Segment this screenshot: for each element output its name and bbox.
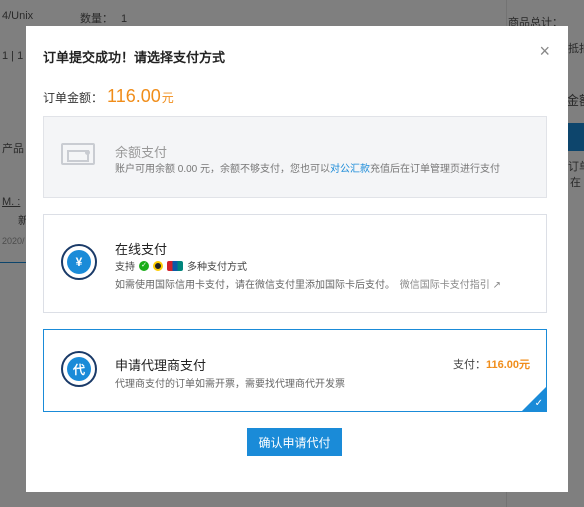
option-title: 余额支付: [115, 145, 168, 160]
option-title: 在线支付: [115, 242, 168, 257]
option-balance-payment[interactable]: 余额支付 账户可用余额 0.00 元，余额不够支付，您也可以对公汇款充值后在订单…: [43, 116, 547, 198]
yuan-icon: ¥: [61, 244, 97, 280]
agent-icon: 代: [61, 351, 97, 387]
external-link-icon: ↗: [492, 280, 501, 291]
wechat-icon: ✓: [139, 260, 149, 271]
order-amount: 订单金额： 116.00 元: [43, 86, 174, 107]
amount-label: 订单金额：: [43, 91, 104, 105]
option-desc: 如需使用国际信用卡支付，请在微信支付里添加国际卡后支付。 微信国际卡支付指引 ↗: [115, 280, 501, 291]
option-desc: 账户可用余额 0.00 元，余额不够支付，您也可以对公汇款充值后在订单管理页进行…: [115, 164, 501, 175]
option-desc: 代理商支付的订单如需开票，需要找代理商代开发票: [115, 379, 345, 390]
option-agent-payment[interactable]: 代 申请代理商支付 代理商支付的订单如需开票，需要找代理商代开发票 支付：116…: [43, 329, 547, 412]
payment-modal: 订单提交成功！请选择支付方式 × 订单金额： 116.00 元 余额支付 账户可…: [26, 26, 568, 492]
check-icon: ✓: [534, 398, 543, 409]
amount-unit: 元: [161, 91, 174, 105]
pay-amount: 支付：116.00元: [452, 359, 530, 371]
close-icon[interactable]: ×: [539, 42, 550, 60]
wallet-icon: [61, 143, 95, 165]
unionpay-icon: [167, 260, 183, 271]
modal-title: 订单提交成功！请选择支付方式: [43, 50, 226, 65]
option-online-payment[interactable]: ¥ 在线支付 支持 ✓ 多种支付方式 如需使用国际信用卡支付，请在微信支付里添加…: [43, 214, 547, 313]
transfer-link[interactable]: 对公汇款: [330, 164, 370, 175]
confirm-agent-payment-button[interactable]: 确认申请代付: [247, 428, 342, 456]
amount-value: 116.00: [107, 86, 161, 106]
qq-icon: [153, 260, 163, 271]
intl-card-guide-link[interactable]: 微信国际卡支付指引: [400, 280, 490, 291]
support-methods: 支持 ✓ 多种支付方式: [115, 260, 247, 273]
option-title: 申请代理商支付: [115, 358, 207, 373]
